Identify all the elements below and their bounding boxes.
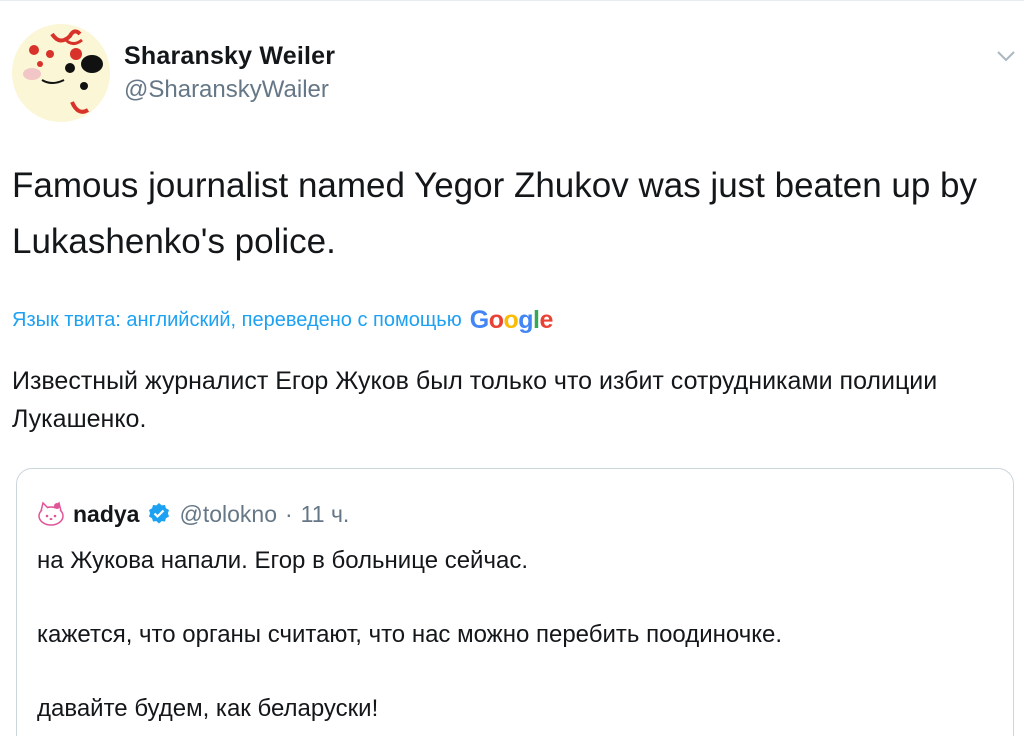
tweet-text: Famous journalist named Yegor Zhukov was… (12, 166, 978, 261)
google-letter: G (469, 305, 489, 334)
quoted-text-line: давайте будем, как беларуски! (37, 695, 379, 722)
quoted-timestamp[interactable]: 11 ч. (301, 501, 350, 528)
quoted-tweet-card[interactable]: nadya @tolokno · 11 ч. на Жукова напали.… (16, 468, 1014, 736)
cow-avatar-image (12, 24, 110, 122)
google-letter: e (539, 305, 553, 334)
translated-text: Известный журналист Егор Жуков был тольк… (12, 367, 938, 433)
quoted-author-handle[interactable]: @tolokno (179, 501, 277, 528)
quoted-text-line: кажется, что органы считают, что нас мож… (37, 621, 783, 648)
google-letter: o (488, 305, 504, 334)
quoted-tweet-header: nadya @tolokno · 11 ч. (37, 499, 349, 529)
hello-kitty-icon[interactable] (37, 500, 65, 528)
quoted-text-line: на Жукова напали. Егор в больнице сейчас… (37, 547, 528, 574)
author-handle[interactable]: @SharanskyWailer (124, 76, 329, 104)
author-name[interactable]: Sharansky Weiler (124, 42, 335, 71)
top-divider (0, 0, 1024, 1)
translation-label[interactable]: Язык твита: английский, переведено с пом… (12, 309, 462, 332)
tweet-menu-button[interactable] (992, 44, 1020, 68)
google-logo: Google (469, 305, 554, 335)
google-letter: o (503, 305, 519, 334)
google-letter: g (518, 305, 534, 334)
chevron-down-icon (997, 50, 1015, 61)
quoted-author-name[interactable]: nadya (73, 501, 139, 528)
author-avatar[interactable] (12, 24, 110, 122)
translation-meta: Язык твита: английский, переведено с пом… (12, 305, 553, 335)
separator-dot: · (285, 500, 293, 527)
verified-badge-icon (147, 502, 171, 526)
tweet-page: Sharansky Weiler @SharanskyWailer Famous… (0, 0, 1024, 736)
